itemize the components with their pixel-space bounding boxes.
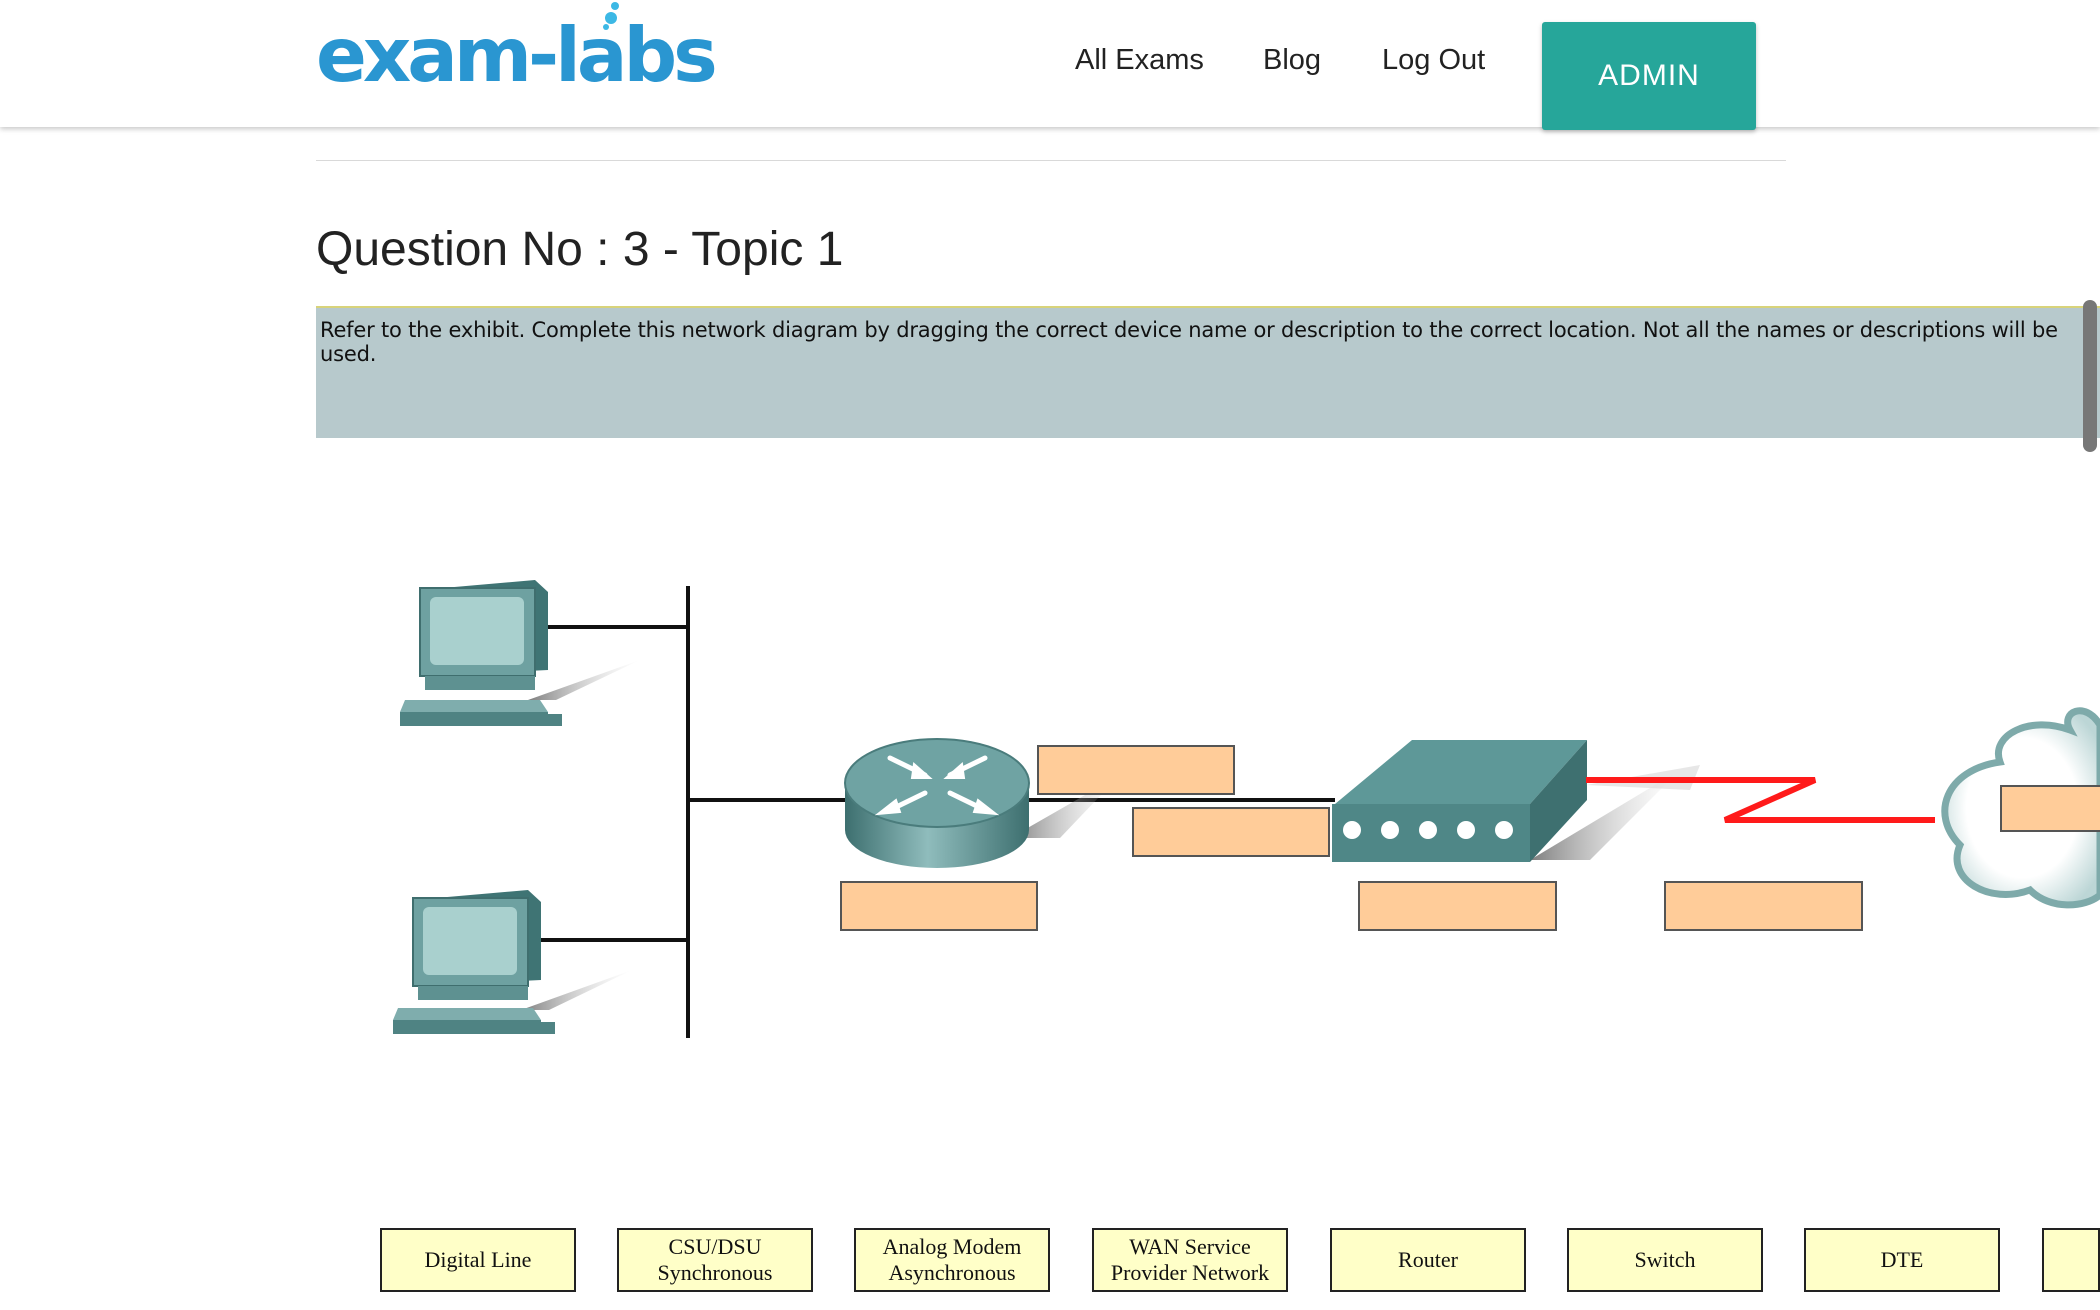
option-switch[interactable]: Switch [1567,1228,1763,1292]
nav-all-exams[interactable]: All Exams [1075,44,1204,77]
option-router[interactable]: Router [1330,1228,1526,1292]
logo-text: exam-labs [316,11,718,99]
computer-icon [393,890,632,1034]
nav-log-out[interactable]: Log Out [1382,44,1485,77]
option-csu-dsu[interactable]: CSU/DSU Synchronous [617,1228,813,1292]
computer-icon [400,580,640,726]
wan-link-line [1586,765,1935,823]
logo-bubble-icon [611,2,619,10]
drop-target-slot[interactable] [1037,745,1235,795]
logo-bubble-icon [603,24,609,30]
option-digital-line[interactable]: Digital Line [380,1228,576,1292]
nav-blog[interactable]: Blog [1263,44,1321,77]
drop-target-slot[interactable] [1132,807,1330,857]
drop-target-slot[interactable] [1664,881,1863,931]
admin-button[interactable]: ADMIN [1542,22,1756,130]
site-header: exam-labs All Exams Blog Log Out ADMIN [0,0,2100,130]
exam-labs-logo[interactable]: exam-labs [316,18,718,93]
logo-bubble-icon [605,12,617,24]
option-analog-modem[interactable]: Analog Modem Asynchronous [854,1228,1050,1292]
option-dte[interactable]: DTE [1804,1228,2000,1292]
csu-dsu-icon [1332,740,1680,862]
option-tile-partial[interactable] [2042,1228,2100,1292]
drop-target-slot[interactable] [1358,881,1557,931]
drop-target-slot[interactable] [840,881,1038,931]
drop-target-slot[interactable] [2000,785,2100,832]
option-wan-service-provider[interactable]: WAN Service Provider Network [1092,1228,1288,1292]
network-diagram [393,580,2100,1038]
